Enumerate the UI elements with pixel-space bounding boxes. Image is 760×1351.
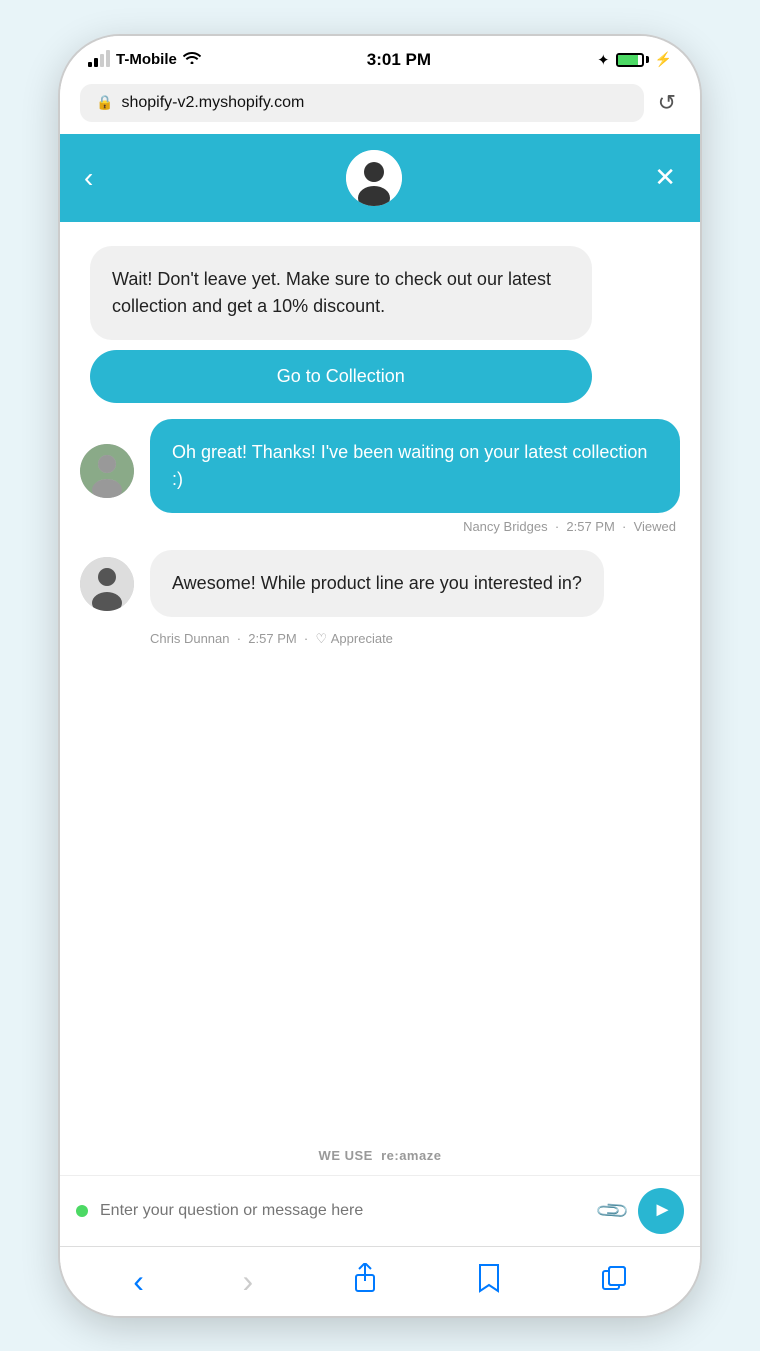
phone-frame: T-Mobile 3:01 PM ✦ ⚡ bbox=[60, 36, 700, 1316]
signal-bar-4 bbox=[106, 50, 110, 67]
input-bar: 📎 ► bbox=[60, 1175, 700, 1246]
wifi-icon bbox=[183, 50, 201, 69]
bot-message-1: Wait! Don't leave yet. Make sure to chec… bbox=[90, 246, 680, 403]
battery-indicator bbox=[616, 53, 649, 67]
url-bar: 🔒 shopify-v2.myshopify.com ↺ bbox=[60, 78, 700, 134]
close-button[interactable]: ✕ bbox=[654, 162, 676, 193]
reamaze-footer: WE USE re:amaze bbox=[60, 1136, 700, 1175]
back-button[interactable]: ‹ bbox=[84, 162, 93, 194]
browser-nav: ‹ › bbox=[60, 1246, 700, 1316]
phone-outer: T-Mobile 3:01 PM ✦ ⚡ bbox=[0, 0, 760, 1351]
send-icon: ► bbox=[653, 1199, 673, 1222]
send-button[interactable]: ► bbox=[638, 1188, 684, 1234]
url-field[interactable]: 🔒 shopify-v2.myshopify.com bbox=[80, 84, 644, 122]
user-message-1: Oh great! Thanks! I've been waiting on y… bbox=[80, 419, 680, 534]
reload-button[interactable]: ↺ bbox=[654, 86, 680, 120]
browser-bookmarks-button[interactable] bbox=[468, 1259, 510, 1304]
user-sender: Nancy Bridges bbox=[463, 519, 548, 534]
signal-bars-icon bbox=[88, 53, 110, 67]
browser-back-button[interactable]: ‹ bbox=[125, 1259, 152, 1304]
battery-body bbox=[616, 53, 644, 67]
time-display: 3:01 PM bbox=[367, 50, 431, 70]
bot-avatar-chris bbox=[80, 557, 134, 611]
bot-text-1: Wait! Don't leave yet. Make sure to chec… bbox=[112, 269, 551, 316]
charging-icon: ⚡ bbox=[655, 51, 672, 68]
battery-tip bbox=[646, 56, 649, 63]
appreciate-label: Appreciate bbox=[331, 631, 393, 646]
user-meta-1: Nancy Bridges · 2:57 PM · Viewed bbox=[463, 519, 676, 534]
carrier-label: T-Mobile bbox=[116, 51, 177, 68]
signal-bar-1 bbox=[88, 62, 92, 67]
status-bar: T-Mobile 3:01 PM ✦ ⚡ bbox=[60, 36, 700, 78]
message-input[interactable] bbox=[100, 1202, 587, 1220]
bot-bubble-1: Wait! Don't leave yet. Make sure to chec… bbox=[90, 246, 592, 340]
bot-text-2: Awesome! While product line are you inte… bbox=[172, 573, 582, 593]
chat-messages: Wait! Don't leave yet. Make sure to chec… bbox=[60, 222, 700, 1136]
bot-meta-1: Chris Dunnan · 2:57 PM · ♡ Appreciate bbox=[150, 631, 393, 647]
footer-brand: re:amaze bbox=[381, 1148, 441, 1163]
user-bubble-1: Oh great! Thanks! I've been waiting on y… bbox=[150, 419, 680, 513]
browser-tabs-button[interactable] bbox=[593, 1261, 635, 1302]
signal-bar-2 bbox=[94, 58, 98, 67]
signal-bar-3 bbox=[100, 54, 104, 67]
url-text: shopify-v2.myshopify.com bbox=[121, 94, 304, 112]
status-left: T-Mobile bbox=[88, 50, 201, 69]
chat-header: ‹ ✕ bbox=[60, 134, 700, 222]
user-avatar-nancy bbox=[80, 444, 134, 498]
bluetooth-icon: ✦ bbox=[597, 51, 610, 69]
bot-message-2: Awesome! While product line are you inte… bbox=[80, 550, 680, 647]
bot-sender: Chris Dunnan bbox=[150, 631, 230, 646]
user-time: 2:57 PM bbox=[566, 519, 614, 534]
lock-icon: 🔒 bbox=[96, 94, 113, 111]
heart-icon: ♡ bbox=[315, 631, 327, 646]
user-text-1: Oh great! Thanks! I've been waiting on y… bbox=[172, 442, 647, 489]
bot-time: 2:57 PM bbox=[248, 631, 296, 646]
go-to-collection-button[interactable]: Go to Collection bbox=[90, 350, 592, 403]
battery-fill bbox=[618, 55, 638, 65]
status-right: ✦ ⚡ bbox=[597, 51, 672, 69]
browser-forward-button[interactable]: › bbox=[234, 1259, 261, 1304]
agent-avatar bbox=[346, 150, 402, 206]
online-indicator bbox=[76, 1205, 88, 1217]
user-status: Viewed bbox=[634, 519, 676, 534]
bot-bubble-2: Awesome! While product line are you inte… bbox=[150, 550, 604, 617]
attach-button[interactable]: 📎 bbox=[593, 1192, 631, 1230]
footer-prefix: WE USE bbox=[319, 1148, 373, 1163]
browser-share-button[interactable] bbox=[344, 1259, 386, 1304]
